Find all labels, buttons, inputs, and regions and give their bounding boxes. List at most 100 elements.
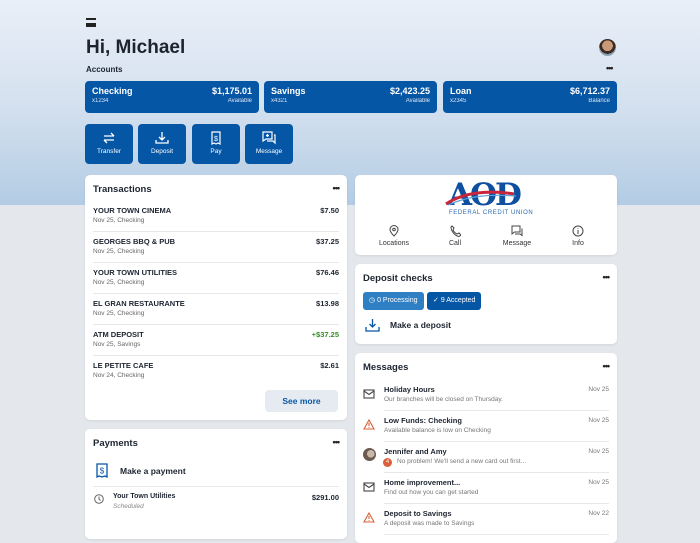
- mail-icon: [363, 479, 375, 497]
- message-title: Deposit to Savings: [384, 509, 452, 518]
- accounts-label: Accounts: [86, 65, 123, 74]
- deposit-title: Deposit checks: [363, 273, 433, 284]
- message-row[interactable]: Low Funds: Checking Available balance is …: [363, 411, 609, 442]
- svg-text:$: $: [214, 136, 218, 143]
- message-preview: Find out how you can get started: [384, 489, 479, 496]
- info-icon: [572, 225, 584, 237]
- deposit-button[interactable]: Deposit: [138, 124, 186, 164]
- make-deposit-label: Make a deposit: [390, 320, 451, 330]
- transaction-date: Nov 25, Checking: [93, 279, 145, 286]
- account-number: x2345: [450, 98, 467, 104]
- transactions-card: Transactions ••• YOUR TOWN CINEMA Nov 25,…: [85, 175, 347, 420]
- payments-more-icon[interactable]: •••: [333, 437, 341, 447]
- transaction-name: YOUR TOWN UTILITIES: [93, 268, 178, 277]
- deposit-label: Deposit: [150, 148, 174, 155]
- account-card-savings[interactable]: Savings x4321 $2,423.25 Available: [264, 81, 437, 113]
- deposit-icon: [155, 132, 169, 144]
- transactions-title: Transactions: [93, 184, 152, 195]
- message-title: Home improvement...: [384, 478, 461, 487]
- transaction-row[interactable]: GEORGES BBQ & PUB Nov 25, Checking $37.25: [93, 232, 339, 263]
- message-date: Nov 25: [588, 479, 609, 486]
- avatar[interactable]: [599, 39, 616, 56]
- transfer-button[interactable]: Transfer: [85, 124, 133, 164]
- transfer-icon: [103, 132, 115, 144]
- bank-logo-subtitle: FEDERAL CREDIT UNION: [449, 210, 534, 216]
- transaction-row[interactable]: YOUR TOWN UTILITIES Nov 25, Checking $76.4…: [93, 263, 339, 294]
- account-card-checking[interactable]: Checking x1234 $1,175.01 Available: [85, 81, 259, 113]
- transaction-amount: +$37.25: [311, 330, 339, 339]
- message-preview: Our branches will be closed on Thursday.: [384, 396, 503, 403]
- payment-status: Scheduled: [113, 503, 144, 510]
- deposit-checks-card: Deposit checks ••• ◷ 0 Processing ✓ 9 Ac…: [355, 264, 617, 344]
- deposit-more-icon[interactable]: •••: [603, 272, 611, 282]
- message-title: Low Funds: Checking: [384, 416, 462, 425]
- deposit-icon: [365, 319, 380, 332]
- processing-filter[interactable]: ◷ 0 Processing: [363, 292, 424, 310]
- mail-icon: [363, 386, 375, 404]
- transaction-row[interactable]: YOUR TOWN CINEMA Nov 25, Checking $7.50: [93, 201, 339, 232]
- bill-icon: $: [96, 463, 108, 478]
- greeting: Hi, Michael: [86, 37, 186, 58]
- pay-label: Pay: [210, 148, 222, 155]
- transaction-row[interactable]: EL GRAN RESTAURANTE Nov 25, Checking $13.9…: [93, 294, 339, 325]
- message-title: Holiday Hours: [384, 385, 435, 394]
- info-link[interactable]: Info: [548, 225, 608, 247]
- unread-badge: 4: [383, 458, 392, 467]
- logo-swoosh-icon: [445, 190, 517, 206]
- message-date: Nov 25: [588, 386, 609, 393]
- accepted-filter[interactable]: ✓ 9 Accepted: [427, 292, 482, 310]
- transaction-name: GEORGES BBQ & PUB: [93, 237, 176, 246]
- transaction-amount: $13.98: [316, 299, 339, 308]
- message-row[interactable]: Home improvement... Find out how you can …: [363, 473, 609, 504]
- transaction-row[interactable]: ATM DEPOSIT Nov 25, Savings +$37.25: [93, 325, 339, 356]
- account-status: Available: [405, 98, 430, 104]
- messages-more-icon[interactable]: •••: [603, 361, 611, 371]
- message-date: Nov 25: [588, 448, 609, 455]
- message-link[interactable]: Message: [487, 225, 547, 247]
- see-more-button[interactable]: See more: [265, 390, 338, 412]
- transaction-date: Nov 25, Checking: [93, 217, 145, 224]
- svg-text:$: $: [100, 467, 105, 476]
- message-row[interactable]: Deposit to Savings A deposit was made to …: [363, 504, 609, 535]
- transaction-date: Nov 25, Checking: [93, 310, 145, 317]
- account-amount: $1,175.01: [211, 86, 252, 96]
- bank-card: AOD FEDERAL CREDIT UNION Locations Call …: [355, 175, 617, 255]
- transaction-date: Nov 24, Checking: [93, 372, 145, 379]
- message-date: Nov 25: [588, 417, 609, 424]
- accounts-more-icon[interactable]: •••: [606, 63, 614, 73]
- call-link[interactable]: Call: [425, 225, 485, 247]
- account-card-loan[interactable]: Loan x2345 $6,712.37 Balance: [443, 81, 617, 113]
- locations-link[interactable]: Locations: [364, 225, 424, 247]
- message-preview: No problem! We'll send a new card out fi…: [397, 458, 527, 465]
- account-amount: $2,423.25: [389, 86, 430, 96]
- payment-row[interactable]: Your Town Utilities Scheduled $291.00: [93, 491, 339, 519]
- make-payment-button[interactable]: $ Make a payment: [93, 462, 339, 487]
- make-deposit-button[interactable]: Make a deposit: [363, 317, 603, 337]
- transaction-amount: $2.61: [320, 361, 339, 370]
- message-row[interactable]: Holiday Hours Our branches will be closed…: [363, 380, 609, 411]
- transaction-name: LE PETITE CAFE: [93, 361, 154, 370]
- payment-name: Your Town Utilities: [113, 493, 176, 500]
- transaction-row[interactable]: LE PETITE CAFE Nov 24, Checking $2.61: [93, 356, 339, 387]
- phone-icon: [449, 225, 461, 237]
- message-preview: A deposit was made to Savings: [384, 520, 475, 527]
- account-amount: $6,712.37: [569, 86, 610, 96]
- message-date: Nov 22: [588, 510, 609, 517]
- message-preview: Available balance is low on Checking: [384, 427, 491, 434]
- hamburger-menu-icon[interactable]: [86, 18, 96, 27]
- sender-avatar: [363, 448, 376, 461]
- message-row[interactable]: 4 Jennifer and Amy No problem! We'll send …: [363, 442, 609, 473]
- bill-icon: $: [211, 131, 221, 145]
- transactions-more-icon[interactable]: •••: [333, 183, 341, 193]
- make-payment-label: Make a payment: [120, 466, 186, 476]
- pay-button[interactable]: $ Pay: [192, 124, 240, 164]
- account-status: Balance: [588, 98, 610, 104]
- messages-card: Messages ••• Holiday Hours Our branches w…: [355, 353, 617, 543]
- message-icon: [262, 131, 276, 145]
- payments-card: Payments ••• $ Make a payment Your Town …: [85, 429, 347, 539]
- clock-icon: [94, 494, 104, 504]
- message-icon: [511, 225, 523, 237]
- bank-logo: AOD: [445, 180, 522, 211]
- message-button[interactable]: Message: [245, 124, 293, 164]
- payments-title: Payments: [93, 438, 138, 449]
